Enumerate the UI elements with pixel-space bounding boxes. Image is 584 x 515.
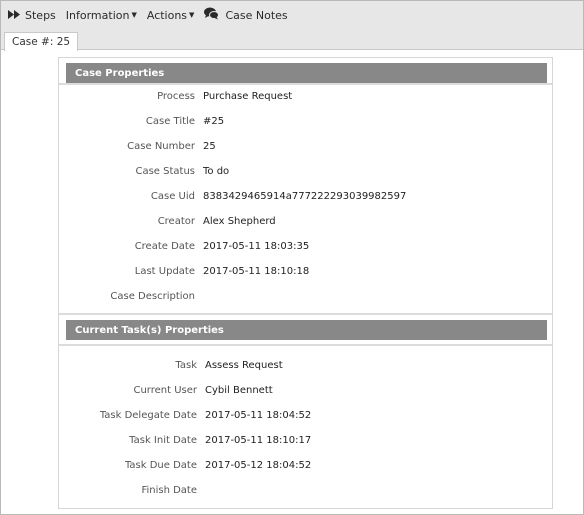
field-value: 2017-05-12 18:04:52: [205, 459, 312, 471]
field-label: Creator: [157, 215, 195, 227]
tab-case[interactable]: Case #: 25: [4, 32, 79, 51]
task-properties-header: Current Task(s) Properties: [66, 320, 547, 340]
field-label: Last Update: [134, 265, 195, 277]
field-row-case-number: Case Number 25: [59, 138, 552, 154]
information-menu[interactable]: Information ▼: [66, 9, 137, 22]
field-row-task-delegate-date: Task Delegate Date 2017-05-11 18:04:52: [59, 407, 552, 423]
field-value: 2017-05-11 18:10:17: [205, 434, 312, 446]
field-label: Task Init Date: [129, 434, 197, 446]
case-notes-button[interactable]: Case Notes: [204, 7, 288, 23]
field-value: Assess Request: [205, 359, 283, 371]
case-notes-label: Case Notes: [225, 8, 288, 22]
field-label: Case Description: [110, 290, 195, 302]
caret-down-icon: ▼: [189, 11, 195, 19]
case-info-panel: Case Properties Process Purchase Request…: [58, 57, 553, 509]
field-row-case-uid: Case Uid 8383429465914a77722229303998259…: [59, 188, 552, 204]
field-row-case-description: Case Description: [59, 288, 552, 304]
field-row-case-title: Case Title #25: [59, 113, 552, 129]
field-label: Case Title: [145, 115, 195, 127]
actions-label: Actions: [146, 8, 188, 22]
field-row-creator: Creator Alex Shepherd: [59, 213, 552, 229]
divider: [59, 83, 552, 85]
field-row-process: Process Purchase Request: [59, 88, 552, 104]
case-properties-header: Case Properties: [66, 63, 547, 83]
field-value: #25: [203, 115, 225, 127]
field-label: Case Number: [127, 140, 195, 152]
field-value: Purchase Request: [203, 90, 293, 102]
field-value: To do: [203, 165, 230, 177]
field-label: Task: [175, 359, 197, 371]
steps-button[interactable]: Steps: [8, 9, 56, 22]
field-row-task-init-date: Task Init Date 2017-05-11 18:10:17: [59, 432, 552, 448]
field-row-finish-date: Finish Date: [59, 482, 552, 498]
field-label: Finish Date: [141, 484, 197, 496]
field-row-task: Task Assess Request: [59, 357, 552, 373]
fast-forward-icon: [8, 9, 21, 22]
field-label: Create Date: [134, 240, 195, 252]
tab-case-label: Case #: 25: [12, 36, 71, 48]
information-label: Information: [65, 8, 130, 22]
steps-label: Steps: [25, 8, 56, 22]
field-row-case-status: Case Status To do: [59, 163, 552, 179]
field-value: 2017-05-11 18:04:52: [205, 409, 312, 421]
field-value: Cybil Bennett: [205, 384, 273, 396]
field-label: Case Uid: [150, 190, 195, 202]
field-row-create-date: Create Date 2017-05-11 18:03:35: [59, 238, 552, 254]
field-label: Process: [157, 90, 195, 102]
field-value: 25: [203, 140, 216, 152]
divider: [59, 313, 552, 315]
case-window: Steps Information ▼ Actions ▼ Case Notes: [0, 0, 584, 515]
task-properties-title: Current Task(s) Properties: [75, 324, 224, 336]
caret-down-icon: ▼: [131, 11, 137, 19]
divider: [59, 344, 552, 346]
comments-icon: [204, 7, 220, 23]
field-row-task-due-date: Task Due Date 2017-05-12 18:04:52: [59, 457, 552, 473]
field-value: 8383429465914a777222293039982597: [203, 190, 407, 202]
field-label: Task Due Date: [124, 459, 197, 471]
field-value: 2017-05-11 18:03:35: [203, 240, 310, 252]
field-row-last-update: Last Update 2017-05-11 18:10:18: [59, 263, 552, 279]
field-value: Alex Shepherd: [203, 215, 276, 227]
field-row-current-user: Current User Cybil Bennett: [59, 382, 552, 398]
toolbar: Steps Information ▼ Actions ▼ Case Notes: [1, 1, 583, 29]
actions-menu[interactable]: Actions ▼: [147, 9, 195, 22]
case-properties-title: Case Properties: [75, 67, 165, 79]
field-label: Case Status: [135, 165, 195, 177]
field-label: Current User: [133, 384, 197, 396]
field-label: Task Delegate Date: [99, 409, 197, 421]
tab-bar: Case #: 25: [1, 29, 583, 51]
field-value: 2017-05-11 18:10:18: [203, 265, 310, 277]
